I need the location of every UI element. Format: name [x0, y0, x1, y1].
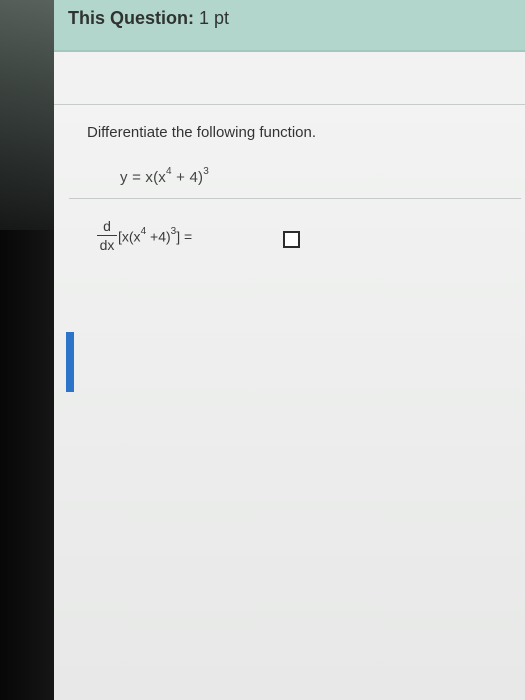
derivative-expr-end: ] =	[176, 228, 193, 245]
function-mid: + 4)	[171, 169, 204, 186]
mid-divider	[69, 198, 521, 199]
answer-input-box[interactable]	[283, 231, 300, 248]
derivative-outer-exponent: 3	[170, 226, 177, 237]
header-title: This Question: 1 pt	[68, 8, 229, 29]
derivative-expr-mid: +4)	[146, 228, 171, 245]
question-header: This Question: 1 pt	[54, 0, 525, 52]
question-panel: This Question: 1 pt Differentiate the fo…	[54, 0, 525, 700]
side-accent-bar	[66, 332, 74, 392]
function-lhs: y = x(x	[120, 169, 166, 186]
derivative-denominator: dx	[99, 237, 115, 253]
question-instruction: Differentiate the following function.	[87, 124, 317, 141]
derivative-inner-exponent: 4	[140, 226, 147, 237]
header-spacer	[54, 52, 525, 104]
function-expression: y = x(x4 + 4)3	[120, 166, 209, 186]
points-value: 1 pt	[199, 8, 230, 28]
function-inner-exponent: 4	[166, 166, 172, 177]
derivative-body: [x(x4 +4)3] =	[118, 226, 193, 245]
derivative-numerator: d	[103, 218, 111, 234]
derivative-operator: d dx	[96, 218, 118, 254]
derivative-expr-start: [x(x	[118, 228, 141, 245]
function-outer-exponent: 3	[203, 166, 209, 177]
top-divider	[54, 104, 525, 105]
header-label: This Question:	[68, 8, 194, 28]
